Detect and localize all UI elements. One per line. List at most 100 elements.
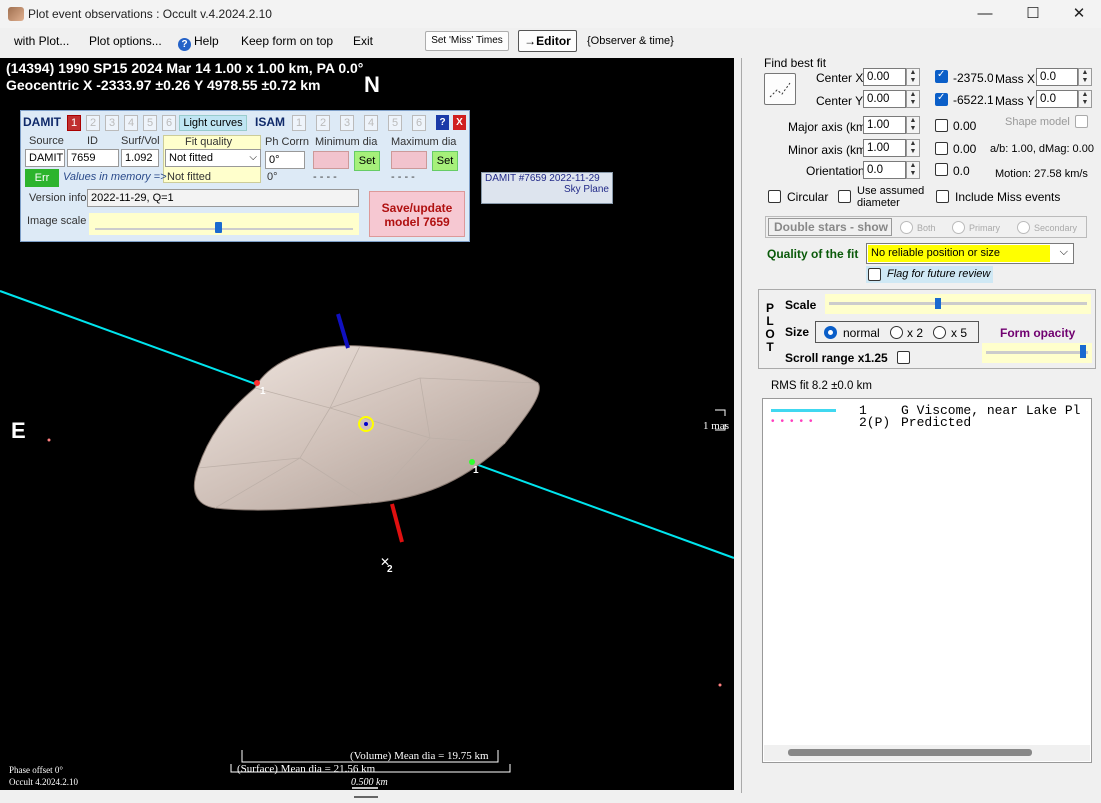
isam-tab-5[interactable]: 5: [388, 115, 402, 131]
orientation-input[interactable]: 0.0: [863, 161, 906, 179]
horizontal-scrollbar[interactable]: [764, 745, 1090, 761]
isam-tab-4[interactable]: 4: [364, 115, 378, 131]
major-axis-input[interactable]: 1.00: [863, 116, 906, 134]
id-header: ID: [87, 135, 98, 147]
both-label: Both: [917, 223, 936, 233]
set-max-button[interactable]: Set: [432, 151, 458, 171]
center-x-checkbox[interactable]: [935, 69, 948, 83]
ph-corr-field[interactable]: 0°: [265, 151, 305, 169]
center-y-spinner[interactable]: ▲ ▼: [906, 90, 920, 108]
editor-button[interactable]: →Editor: [518, 30, 577, 52]
scale-thumb[interactable]: [935, 298, 941, 309]
plot-version-label: Occult 4.2024.2.10: [9, 777, 78, 787]
menu-with-plot[interactable]: with Plot...: [14, 34, 69, 48]
version-info-field[interactable]: 2022-11-29, Q=1: [87, 189, 359, 207]
form-opacity-slider[interactable]: [982, 343, 1092, 363]
size-label: Size: [785, 325, 810, 339]
app-window: Plot event observations : Occult v.4.202…: [0, 0, 1101, 803]
primary-radio[interactable]: [952, 221, 965, 234]
find-best-fit-label: Find best fit: [764, 56, 826, 70]
values-in-memory-label: Values in memory =>: [63, 171, 167, 183]
asteroid-shape: [193, 345, 540, 511]
damit-tab-2[interactable]: 2: [86, 115, 100, 131]
ph-corr-memory: 0°: [267, 171, 278, 183]
minor-axis-spinner[interactable]: ▲ ▼: [906, 139, 920, 157]
isam-tab-2[interactable]: 2: [316, 115, 330, 131]
circular-checkbox[interactable]: [768, 190, 781, 203]
size-x2-radio[interactable]: [890, 326, 903, 339]
minor-axis-input[interactable]: 1.00: [863, 139, 906, 157]
circular-label: Circular: [787, 190, 829, 204]
use-assumed-checkbox[interactable]: [838, 190, 851, 203]
flag-review-checkbox[interactable]: [868, 268, 881, 281]
close-panel-icon[interactable]: X: [453, 115, 466, 130]
center-x-spinner[interactable]: ▲ ▼: [906, 68, 920, 86]
size-x5-radio[interactable]: [933, 326, 946, 339]
minor-axis-result: 0.00: [953, 142, 977, 156]
center-y-checkbox[interactable]: [935, 92, 948, 106]
observer-time-label: {Observer & time}: [587, 35, 674, 47]
minor-axis-label: Minor axis (km): [788, 143, 871, 157]
shape-model-checkbox[interactable]: [1075, 115, 1088, 128]
surfvol-field[interactable]: 1.092: [121, 149, 159, 167]
menu-plot-options[interactable]: Plot options...: [89, 34, 162, 48]
damit-tab-4[interactable]: 4: [124, 115, 138, 131]
source-field[interactable]: DAMIT: [25, 149, 65, 167]
damit-tag: DAMIT #7659 2022-11-29 Sky Plane: [481, 172, 613, 204]
size-normal-radio[interactable]: [824, 326, 837, 339]
damit-tab-6[interactable]: 6: [162, 115, 176, 131]
maximize-icon[interactable]: ☐: [1018, 4, 1048, 24]
double-stars-button[interactable]: Double stars - show: [768, 218, 892, 236]
isam-tab-1[interactable]: 1: [292, 115, 306, 131]
id-field[interactable]: 7659: [67, 149, 119, 167]
menu-exit[interactable]: Exit: [353, 34, 373, 48]
scrollbar-thumb[interactable]: [788, 749, 1032, 756]
orientation-spinner[interactable]: ▲ ▼: [906, 161, 920, 179]
include-miss-checkbox[interactable]: [936, 190, 949, 203]
help-question-icon[interactable]: ?: [436, 115, 449, 130]
save-update-model-button[interactable]: Save/update model 7659: [369, 191, 465, 237]
image-scale-thumb[interactable]: [215, 222, 222, 233]
observer-list[interactable]: 1 G Viscome, near Lake Pl ••••• 2(P) Pre…: [762, 398, 1092, 763]
set-min-button[interactable]: Set: [354, 151, 380, 171]
menu-help[interactable]: ? Help: [178, 34, 219, 51]
damit-tab-5[interactable]: 5: [143, 115, 157, 131]
mass-y-spinner[interactable]: ▲ ▼: [1078, 90, 1092, 108]
scroll-range-checkbox[interactable]: [897, 351, 910, 364]
quality-select[interactable]: No reliable position or size ⌵: [866, 243, 1074, 264]
fit-quality-select[interactable]: Not fitted ⌵: [165, 149, 261, 167]
damit-panel: DAMIT 1 2 3 4 5 6 Light curves ISAM 1 2 …: [20, 110, 470, 242]
secondary-radio[interactable]: [1017, 221, 1030, 234]
isam-tab-3[interactable]: 3: [340, 115, 354, 131]
min-dia-field[interactable]: [313, 151, 349, 169]
menu-keep-on-top[interactable]: Keep form on top: [241, 34, 333, 48]
scale-slider[interactable]: [825, 294, 1091, 314]
both-radio[interactable]: [900, 221, 913, 234]
use-assumed-line2: diameter: [857, 197, 900, 209]
image-scale-slider[interactable]: [89, 213, 359, 235]
mass-x-input[interactable]: 0.0: [1036, 68, 1078, 86]
form-opacity-thumb[interactable]: [1080, 345, 1086, 358]
minimize-icon[interactable]: —: [970, 4, 1000, 24]
set-miss-times-button[interactable]: Set 'Miss' Times: [425, 31, 509, 51]
close-icon[interactable]: ✕: [1064, 4, 1094, 24]
max-dia-field[interactable]: [391, 151, 427, 169]
major-axis-spinner[interactable]: ▲ ▼: [906, 116, 920, 134]
center-x-input[interactable]: 0.00: [863, 68, 906, 86]
minor-axis-checkbox[interactable]: [935, 142, 948, 155]
mass-y-input[interactable]: 0.0: [1036, 90, 1078, 108]
help-icon: ?: [178, 38, 191, 51]
panel-divider: [741, 58, 742, 793]
damit-tab-1[interactable]: 1: [67, 115, 81, 131]
orientation-checkbox[interactable]: [935, 163, 948, 176]
light-curves-button[interactable]: Light curves: [179, 115, 247, 131]
window-title: Plot event observations : Occult v.4.202…: [28, 7, 272, 21]
err-button[interactable]: Err: [25, 169, 59, 187]
center-y-input[interactable]: 0.00: [863, 90, 906, 108]
major-axis-checkbox[interactable]: [935, 119, 948, 132]
fit-graph-icon[interactable]: [764, 73, 796, 105]
mass-x-spinner[interactable]: ▲ ▼: [1078, 68, 1092, 86]
damit-tab-3[interactable]: 3: [105, 115, 119, 131]
phase-offset-label: Phase offset 0°: [9, 765, 63, 775]
isam-tab-6[interactable]: 6: [412, 115, 426, 131]
